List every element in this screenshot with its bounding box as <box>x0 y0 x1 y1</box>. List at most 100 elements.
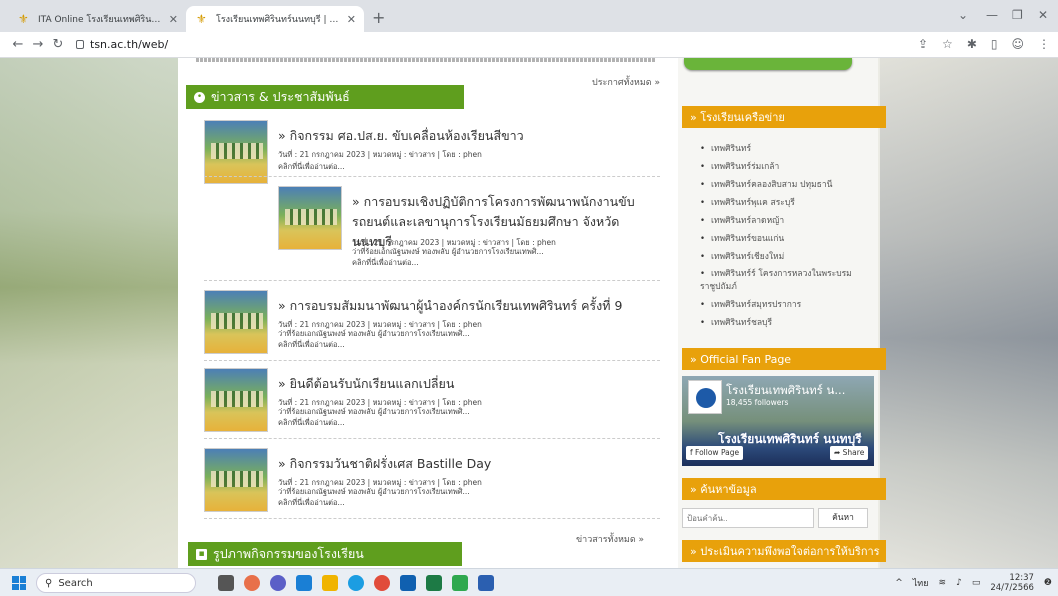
clock[interactable]: 12:37 24/7/2566 <box>990 573 1034 593</box>
news-meta: วันที่ : 21 กรกฎาคม 2023 | หมวดหมู่ : ข่… <box>278 320 482 329</box>
restore-button[interactable]: ❐ <box>1012 8 1023 22</box>
tab-search-icon[interactable]: ⌄ <box>958 8 968 22</box>
language-indicator[interactable]: ไทย <box>913 576 929 590</box>
news-thumbnail[interactable] <box>204 368 268 432</box>
news-excerpt: ว่าที่ร้อยเอกณัฐนพงษ์ ทองพลับ ผู้อำนวยกา… <box>278 487 470 496</box>
bookmark-star-icon[interactable]: ☆ <box>942 37 953 51</box>
app-icon[interactable] <box>244 575 260 591</box>
taskbar-search[interactable]: ⚲ Search <box>36 573 196 593</box>
share-icon[interactable]: ⇪ <box>918 37 928 51</box>
task-view-icon[interactable] <box>218 575 234 591</box>
network-school-link[interactable]: เทพศิรินทร์สมุทรปราการ <box>700 296 868 314</box>
all-news-link[interactable]: ข่าวสารทั้งหมด » <box>576 532 644 546</box>
news-title[interactable]: » การอบรมสัมมนาพัฒนาผู้นำองค์กรนักเรียนเ… <box>278 296 622 316</box>
network-school-link[interactable]: เทพศิรินทร์ลาดหญ้า <box>700 212 868 230</box>
follow-page-button[interactable]: f Follow Page <box>686 446 744 460</box>
news-item: » การอบรมเชิงปฏิบัติการโครงการพัฒนาพนักง… <box>278 186 660 276</box>
gallery-section-title: รูปภาพกิจกรรมของโรงเรียน <box>213 546 364 561</box>
all-announcements-link[interactable]: ประกาศทั้งหมด » <box>578 75 660 89</box>
edge-icon[interactable] <box>348 575 364 591</box>
network-school-link[interactable]: เทพศิรินทร์ร์ โครงการหลวงในพระบรมราชูปถั… <box>700 266 868 296</box>
news-title[interactable]: » กิจกรรมวันชาติฝรั่งเศส Bastille Day <box>278 454 491 474</box>
line-icon[interactable] <box>452 575 468 591</box>
browser-tab-bar: ⚜ ITA Online โรงเรียนเทพศิรินทร์นนทบุรี … <box>0 0 1058 32</box>
news-meta: วันที่ : 21 กรกฎาคม 2023 | หมวดหมู่ : ข่… <box>278 150 482 159</box>
news-title[interactable]: » กิจกรรม ศอ.ปส.ย. ขับเคลื่อนห้องเรียนสี… <box>278 126 524 146</box>
read-more-link[interactable]: คลิกที่นี่เพื่ออ่านต่อ... <box>278 497 345 509</box>
read-more-link[interactable]: คลิกที่นี่เพื่ออ่านต่อ... <box>278 417 345 429</box>
news-thumbnail[interactable] <box>278 186 342 250</box>
network-schools-header: » โรงเรียนเครือข่าย <box>682 106 886 128</box>
network-school-link[interactable]: เทพศิรินทร์คลองสิบสาม ปทุมธานี <box>700 176 868 194</box>
network-school-link[interactable]: เทพศิรินทร์ <box>700 140 868 158</box>
extensions-icon[interactable]: ✱ <box>967 37 977 51</box>
fanpage-header: » Official Fan Page <box>682 348 886 370</box>
search-button[interactable]: ค้นหา <box>818 508 868 528</box>
satisfaction-survey-header[interactable]: » ประเมินความพึงพอใจต่อการให้บริการ <box>682 540 886 562</box>
news-thumbnail[interactable] <box>204 448 268 512</box>
news-meta: วันที่ : 21 กรกฎาคม 2023 | หมวดหมู่ : ข่… <box>278 478 482 487</box>
read-more-link[interactable]: คลิกที่นี่เพื่ออ่านต่อ... <box>278 339 345 351</box>
notification-badge-icon[interactable]: ❷ <box>1044 578 1052 588</box>
back-icon[interactable]: ← <box>8 37 28 52</box>
sidepanel-icon[interactable]: ▯ <box>991 37 998 51</box>
chrome-icon[interactable] <box>374 575 390 591</box>
network-school-link[interactable]: เทพศิรินทร์เชียงใหม่ <box>700 248 868 266</box>
news-meta: วันที่ : 21 กรกฎาคม 2023 | หมวดหมู่ : ข่… <box>278 398 482 407</box>
new-tab-button[interactable]: + <box>372 8 385 27</box>
facebook-page-widget[interactable]: โรงเรียนเทพศิรินทร์ น... 18,455 follower… <box>682 376 874 466</box>
news-item: » กิจกรรมวันชาติฝรั่งเศส Bastille Day วั… <box>204 448 660 514</box>
windows-start-icon[interactable] <box>12 576 26 590</box>
news-thumbnail[interactable] <box>204 120 268 184</box>
tab-title: โรงเรียนเทพศิรินทร์นนทบุรี | Debsirin <box>216 15 341 25</box>
volume-icon[interactable]: ♪ <box>956 578 962 588</box>
file-explorer-icon[interactable] <box>322 575 338 591</box>
tab-title: ITA Online โรงเรียนเทพศิรินทร์นนทบุรี <box>38 15 163 25</box>
network-school-link[interactable]: เทพศิรินทร์ชลบุรี <box>700 314 868 332</box>
store-icon[interactable] <box>400 575 416 591</box>
divider <box>204 518 660 519</box>
url-field[interactable]: tsn.ac.th/web/ <box>76 38 168 51</box>
read-more-link[interactable]: คลิกที่นี่เพื่ออ่านต่อ... <box>352 257 419 269</box>
news-excerpt: ว่าที่ร้อยเอกณัฐนพงษ์ ทองพลับ ผู้อำนวยกา… <box>278 329 470 338</box>
divider <box>204 280 660 281</box>
minimize-button[interactable]: — <box>986 8 998 22</box>
image-icon: ▪ <box>196 548 207 560</box>
teams-icon[interactable] <box>270 575 286 591</box>
menu-icon[interactable]: ⋮ <box>1038 37 1050 51</box>
browser-tab[interactable]: ⚜ ITA Online โรงเรียนเทพศิรินทร์นนทบุรี … <box>8 6 186 32</box>
url-text: tsn.ac.th/web/ <box>90 38 169 51</box>
wifi-icon[interactable]: ≋ <box>939 578 947 588</box>
reload-icon[interactable]: ↻ <box>48 37 68 52</box>
news-title[interactable]: » ยินดีต้อนรับนักเรียนแลกเปลี่ยน <box>278 374 454 394</box>
network-school-link[interactable]: เทพศิรินทร์ขอนแก่น <box>700 230 868 248</box>
school-favicon-icon: ⚜ <box>18 12 29 26</box>
browser-tab-active[interactable]: ⚜ โรงเรียนเทพศิรินทร์นนทบุรี | Debsirin … <box>186 6 364 32</box>
search-input[interactable] <box>682 508 814 528</box>
green-banner-button[interactable] <box>684 58 852 70</box>
close-window-button[interactable]: ✕ <box>1038 8 1048 22</box>
news-thumbnail[interactable] <box>204 290 268 354</box>
divider <box>204 176 660 177</box>
share-button[interactable]: ➦ Share <box>830 446 869 460</box>
read-more-link[interactable]: คลิกที่นี่เพื่ออ่านต่อ... <box>278 161 345 173</box>
excel-icon[interactable] <box>426 575 442 591</box>
clock-time: 12:37 <box>1009 573 1034 583</box>
divider <box>204 438 660 439</box>
news-item: » การอบรมสัมมนาพัฒนาผู้นำองค์กรนักเรียนเ… <box>204 290 660 356</box>
share-arrow-icon: ➦ <box>834 448 843 457</box>
profile-avatar-icon[interactable]: ☺ <box>1011 37 1024 51</box>
battery-icon[interactable]: ▭ <box>972 578 981 588</box>
close-tab-icon[interactable]: ✕ <box>347 13 356 26</box>
forward-icon[interactable]: → <box>28 37 48 52</box>
news-section-header: • ข่าวสาร & ประชาสัมพันธ์ <box>186 85 464 109</box>
windows-taskbar: ⚲ Search ^ ไทย ≋ ♪ ▭ 12:37 24/7/2566 ❷ <box>0 568 1058 596</box>
sidebar: » โรงเรียนเครือข่าย เทพศิรินทร์ เทพศิริน… <box>678 58 886 568</box>
app-icon[interactable] <box>296 575 312 591</box>
network-school-link[interactable]: เทพศิรินทร์ร่มเกล้า <box>700 158 868 176</box>
close-tab-icon[interactable]: ✕ <box>169 13 178 26</box>
word-icon[interactable] <box>478 575 494 591</box>
network-school-link[interactable]: เทพศิรินทร์พุแค สระบุรี <box>700 194 868 212</box>
main-content: ประกาศทั้งหมด » • ข่าวสาร & ประชาสัมพันธ… <box>178 58 886 568</box>
chevron-up-icon[interactable]: ^ <box>895 578 903 588</box>
